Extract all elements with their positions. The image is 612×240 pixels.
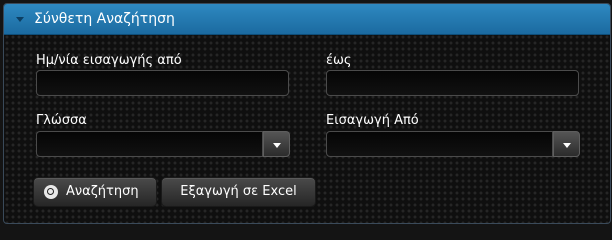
language-select[interactable] xyxy=(36,131,290,157)
date-to-label: έως xyxy=(326,53,352,68)
imported-from-label: Εισαγωγή Από xyxy=(326,113,419,128)
panel-header[interactable]: Σύνθετη Αναζήτηση xyxy=(4,4,610,35)
chevron-down-icon xyxy=(563,143,571,148)
language-label: Γλώσσα xyxy=(36,113,87,128)
search-icon xyxy=(44,185,58,199)
export-excel-button-label: Εξαγωγή σε Excel xyxy=(180,184,297,199)
export-excel-button[interactable]: Εξαγωγή σε Excel xyxy=(161,177,316,207)
imported-from-select-value[interactable] xyxy=(326,131,553,157)
panel-title: Σύνθετη Αναζήτηση xyxy=(34,11,175,27)
chevron-down-icon xyxy=(273,143,281,148)
date-from-label: Ημ/νία εισαγωγής από xyxy=(36,53,182,68)
search-button-label: Αναζήτηση xyxy=(66,184,139,199)
search-button[interactable]: Αναζήτηση xyxy=(33,177,157,207)
imported-from-select[interactable] xyxy=(326,131,580,157)
advanced-search-panel: Σύνθετη Αναζήτηση Ημ/νία εισαγωγής από έ… xyxy=(3,3,611,224)
language-dropdown-button[interactable] xyxy=(263,131,290,157)
date-from-input[interactable] xyxy=(36,70,289,96)
language-select-value[interactable] xyxy=(36,131,263,157)
imported-from-dropdown-button[interactable] xyxy=(553,131,580,157)
triangle-down-icon[interactable] xyxy=(16,17,24,22)
date-to-input[interactable] xyxy=(326,70,579,96)
